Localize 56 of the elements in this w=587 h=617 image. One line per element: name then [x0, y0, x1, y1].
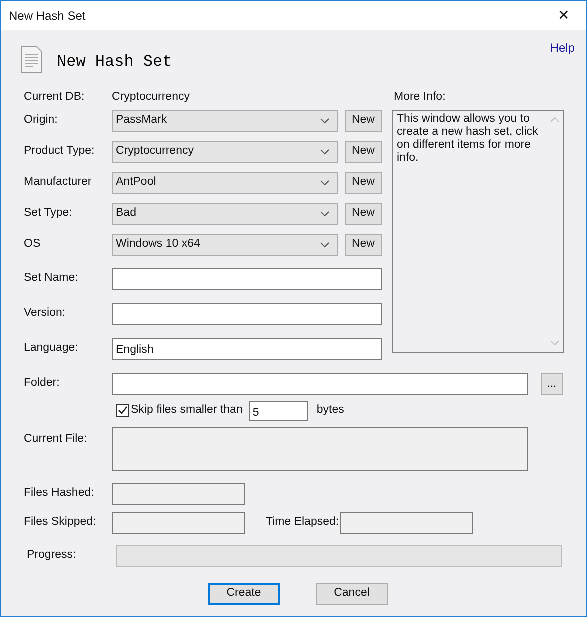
field-label: OS [24, 237, 42, 252]
cancel-button[interactable]: Cancel [316, 583, 388, 605]
new-button[interactable]: New [345, 141, 382, 163]
page-heading: New Hash Set [57, 52, 172, 72]
dropdown[interactable]: Cryptocurrency [112, 141, 338, 163]
dropdown[interactable]: AntPool [112, 172, 338, 194]
new-button[interactable]: New [345, 203, 382, 225]
field-label: Progress: [27, 548, 78, 564]
field-label: Files Hashed: [24, 486, 96, 502]
close-button[interactable]: ✕ [550, 5, 578, 26]
dropdown[interactable]: PassMark [112, 110, 338, 132]
chevron-down-icon [320, 242, 330, 248]
field-label: Origin: [24, 113, 59, 128]
field-label: bytes [316, 402, 344, 418]
new-button[interactable]: New [345, 172, 382, 194]
field-label: Files Skipped: [24, 515, 98, 530]
field-label: Time Elapsed: [266, 515, 340, 530]
text-field[interactable] [112, 303, 382, 325]
current-file-field[interactable] [112, 427, 528, 471]
field-label: Folder: [24, 376, 61, 392]
new-button[interactable]: New [345, 110, 382, 132]
info-text: This window allows you to create a new hash set, click on different items for more info. [396, 112, 540, 166]
new-button[interactable]: New [345, 234, 382, 256]
field-label: Skip files smaller than [131, 402, 243, 418]
files-hashed-field[interactable] [112, 483, 245, 505]
scroll-up-icon [550, 117, 560, 123]
field-label: Version: [24, 306, 67, 322]
chevron-down-icon [320, 180, 330, 186]
files-skipped-field[interactable] [112, 512, 245, 534]
current-db-value: Cryptocurrency [112, 90, 190, 106]
field-label: Current File: [24, 432, 88, 447]
field-label: Manufacturer [24, 175, 93, 190]
text-field[interactable]: English [112, 338, 382, 360]
scroll-down-icon [550, 340, 560, 346]
field-label: Language: [24, 341, 80, 356]
help-link[interactable]: Help [550, 38, 575, 56]
checkbox[interactable] [116, 404, 129, 417]
size-field[interactable]: 5 [248, 400, 308, 420]
chevron-down-icon [320, 211, 330, 217]
field-label: More Info: [394, 90, 446, 106]
document-icon [21, 46, 43, 74]
checkmark-icon [118, 406, 128, 415]
browse-button[interactable]: ... [541, 373, 563, 395]
time-elapsed-field[interactable] [340, 512, 473, 534]
text-field[interactable] [112, 373, 528, 395]
field-label: Set Name: [24, 271, 80, 286]
field-label: Product Type: [24, 144, 96, 160]
dropdown[interactable]: Windows 10 x64 [112, 234, 338, 256]
field-label: Current DB: [24, 90, 86, 106]
text-field[interactable] [112, 268, 382, 290]
field-label: Set Type: [24, 206, 74, 222]
create-button[interactable]: Create [208, 583, 280, 605]
dropdown[interactable]: Bad [112, 203, 338, 225]
window-title: New Hash Set [9, 8, 86, 24]
chevron-down-icon [320, 149, 330, 155]
chevron-down-icon [320, 118, 330, 124]
